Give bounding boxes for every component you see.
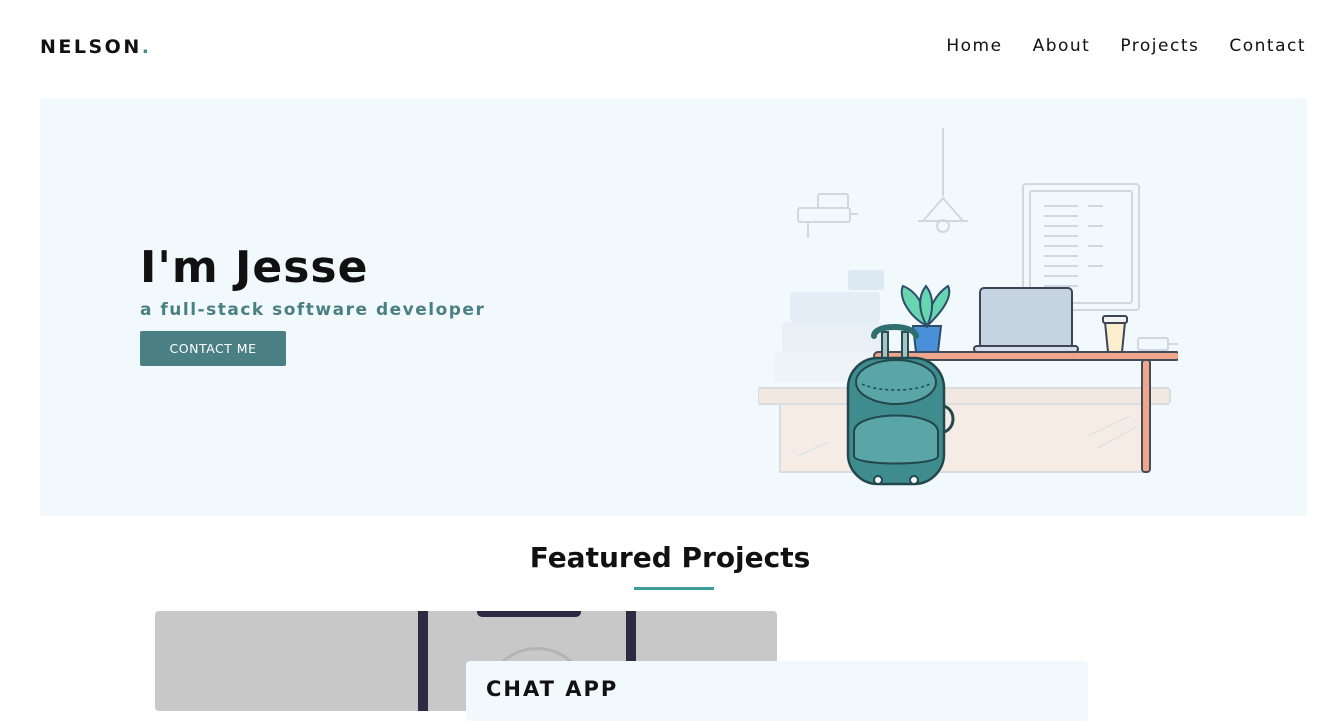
logo-text: NELSON (40, 36, 142, 58)
hero-section: I'm Jesse a full-stack software develope… (40, 98, 1307, 516)
main-nav: Home About Projects Contact (946, 36, 1306, 56)
site-logo[interactable]: NELSON. (40, 36, 151, 58)
contact-me-button[interactable]: CONTACT ME (140, 331, 286, 366)
hero-title: I'm Jesse (140, 242, 369, 293)
nav-about[interactable]: About (1033, 36, 1091, 56)
nav-contact[interactable]: Contact (1229, 36, 1306, 56)
section-title-underline (634, 587, 714, 590)
nav-home[interactable]: Home (946, 36, 1002, 56)
project-card-chat-app[interactable]: CHAT APP (466, 661, 1088, 721)
logo-dot: . (141, 36, 152, 58)
project-title: CHAT APP (486, 677, 619, 701)
desk-illustration (758, 128, 1178, 486)
featured-projects-title: Featured Projects (529, 541, 811, 574)
hero-subtitle: a full-stack software developer (140, 300, 486, 320)
nav-projects[interactable]: Projects (1120, 36, 1199, 56)
